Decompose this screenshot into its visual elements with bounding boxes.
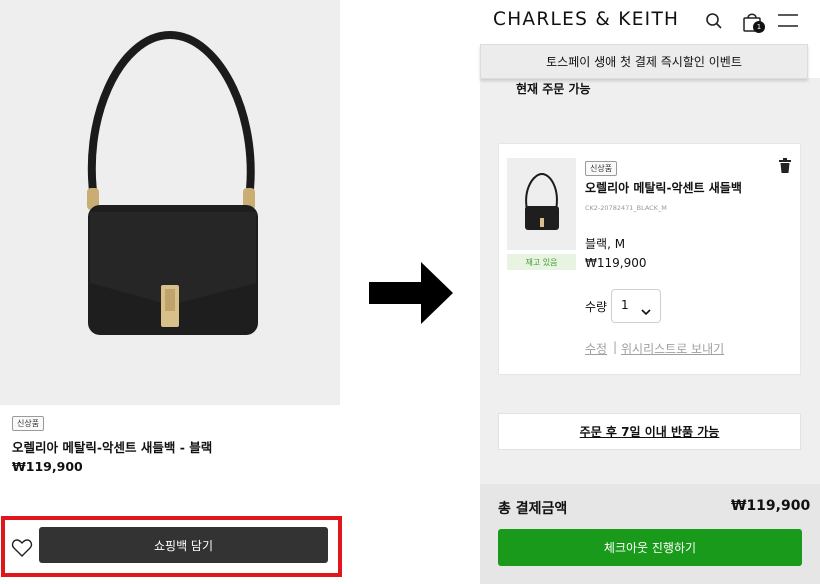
cart-new-badge: 신상품 [585, 161, 618, 176]
cart-item-title[interactable]: 오렐리아 메탈릭-악센트 새들백 [585, 179, 742, 196]
heart-icon[interactable] [11, 538, 33, 558]
menu-icon[interactable] [778, 13, 798, 29]
add-to-bag-button[interactable]: 쇼핑백 담기 [39, 527, 328, 563]
quantity-select[interactable] [611, 289, 661, 323]
quantity-label: 수량 [585, 300, 608, 314]
chevron-down-icon [641, 301, 651, 316]
search-icon[interactable] [704, 11, 724, 31]
promo-banner[interactable]: 토스페이 생애 첫 결제 즉시할인 이벤트 [480, 44, 808, 79]
cart-item-option: 블랙, M [585, 237, 626, 251]
right-arrow-icon [369, 262, 453, 324]
product-title: 오렐리아 메탈릭-악센트 새들백 - 블랙 [12, 440, 213, 455]
trash-icon[interactable] [778, 158, 792, 174]
brand-logo[interactable]: CHARLES & KEITH [493, 9, 679, 30]
total-label: 총 결제금액 [498, 501, 568, 517]
product-price: ₩119,900 [12, 459, 83, 474]
link-divider: | [613, 340, 618, 354]
cart-item-price: ₩119,900 [585, 256, 647, 270]
total-value: ₩119,900 [731, 498, 811, 514]
bag-count-badge: 1 [753, 21, 765, 33]
cart-item-thumbnail[interactable] [507, 158, 576, 250]
return-policy-link[interactable]: 주문 후 7일 이내 반품 가능 [498, 413, 801, 450]
cart-item-sku: CK2-20782471_BLACK_M [585, 204, 667, 212]
available-now-label: 현재 주문 가능 [516, 82, 591, 96]
checkout-button[interactable]: 체크아웃 진행하기 [498, 529, 802, 566]
product-image [0, 0, 340, 405]
new-badge: 신상품 [12, 416, 45, 431]
stock-badge: 재고 있음 [507, 254, 576, 270]
edit-link[interactable]: 수정 [585, 340, 607, 357]
move-to-wishlist-link[interactable]: 위시리스트로 보내기 [621, 340, 724, 357]
quantity-value: 1 [621, 298, 629, 312]
